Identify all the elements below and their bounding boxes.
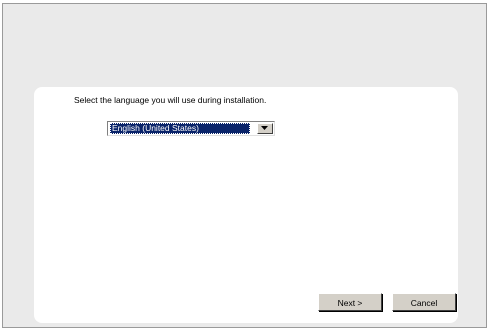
installer-window: Select the language you will use during … bbox=[2, 3, 487, 328]
chevron-down-icon bbox=[261, 126, 268, 130]
instruction-text: Select the language you will use during … bbox=[74, 95, 267, 105]
next-button[interactable]: Next > bbox=[318, 293, 382, 311]
dropdown-button[interactable] bbox=[257, 123, 273, 134]
content-panel: Select the language you will use during … bbox=[34, 87, 458, 323]
language-select-value: English (United States) bbox=[110, 123, 250, 134]
language-select[interactable]: English (United States) bbox=[107, 121, 275, 136]
cancel-button[interactable]: Cancel bbox=[392, 293, 456, 311]
